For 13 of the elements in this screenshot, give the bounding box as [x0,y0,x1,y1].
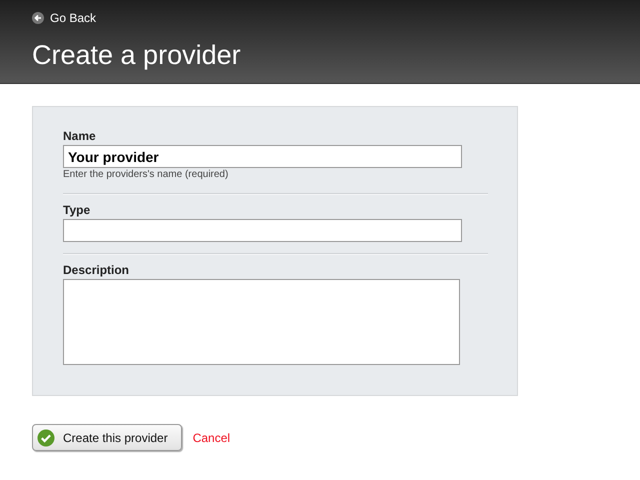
page-title: Create a provider [32,39,242,71]
input-field[interactable] [63,219,462,242]
description-field[interactable] [63,279,460,365]
go-back-link[interactable]: Go Back [32,10,608,26]
create-button[interactable]: Create this provider [32,424,182,451]
field-hint: Enter the providers's name (required) [63,168,230,182]
back-arrow-icon [32,12,44,24]
input-field[interactable]: Your provider [63,145,462,168]
field-label: Name [63,129,97,143]
cancel-link[interactable]: Cancel [192,430,230,444]
field-label: Type [63,203,92,217]
checkmark-icon [37,428,55,446]
field-label: Description [63,263,130,277]
